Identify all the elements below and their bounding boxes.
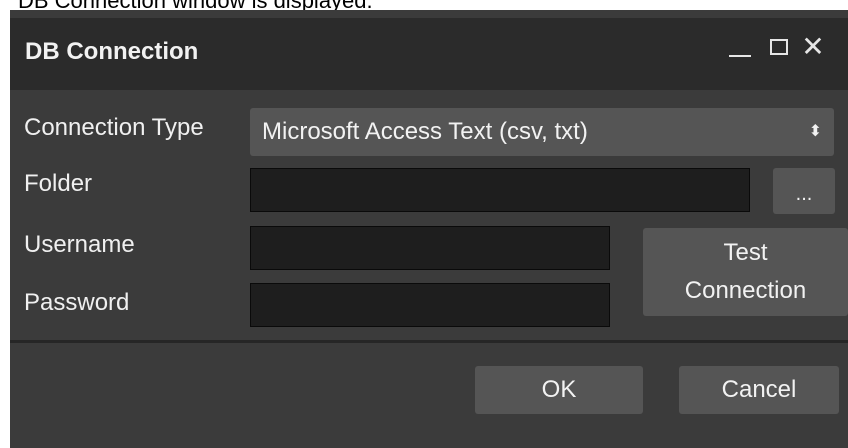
test-connection-label-line1: Test — [723, 239, 768, 266]
divider — [10, 340, 848, 343]
cancel-button[interactable]: Cancel — [679, 366, 839, 414]
username-label: Username — [24, 231, 135, 258]
minimize-icon[interactable] — [727, 32, 753, 62]
browse-folder-button[interactable]: ... — [773, 168, 835, 214]
close-icon[interactable]: ✕ — [800, 32, 826, 62]
username-input[interactable] — [250, 226, 610, 270]
password-input[interactable] — [250, 283, 610, 327]
title-bar: DB Connection ✕ — [10, 18, 848, 90]
folder-input[interactable] — [250, 168, 750, 212]
ok-button[interactable]: OK — [475, 366, 643, 414]
password-label: Password — [24, 289, 130, 316]
select-arrows-icon: ⬍ — [808, 123, 822, 140]
connection-type-value: Microsoft Access Text (csv, txt) — [262, 118, 588, 145]
window-title: DB Connection — [25, 38, 199, 65]
connection-type-select[interactable]: Microsoft Access Text (csv, txt) ⬍ — [250, 108, 834, 156]
connection-type-label: Connection Type — [24, 114, 204, 141]
folder-label: Folder — [24, 170, 93, 197]
maximize-icon[interactable] — [766, 32, 792, 62]
test-connection-label-line2: Connection — [684, 277, 807, 304]
test-connection-button[interactable]: Test Connection — [643, 228, 848, 316]
db-connection-dialog: DB Connection ✕ Connection Type Microsof… — [10, 10, 848, 448]
